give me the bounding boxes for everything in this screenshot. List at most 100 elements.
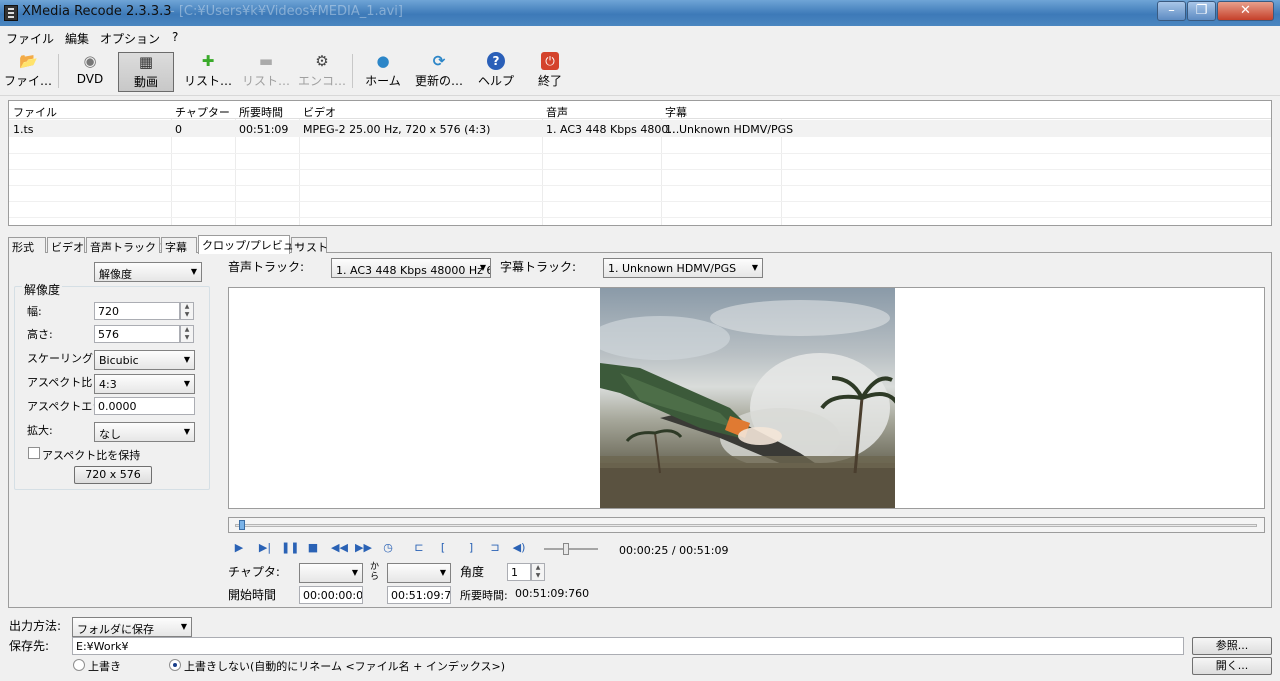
keep-aspect-checkbox[interactable] — [28, 447, 40, 459]
title-bar: XMedia Recode 2.3.3.3 - [C:¥Users¥k¥Vide… — [0, 0, 1280, 26]
chapter-start-select[interactable] — [299, 563, 363, 583]
start-time-input[interactable]: 00:00:00:000 — [299, 586, 363, 604]
tab-crop-preview[interactable]: クロップ/プレビュー — [198, 235, 305, 254]
open-folder-button[interactable]: 開く... — [1192, 657, 1272, 675]
cell-subtitle: 1. Unknown HDMV/PGS — [665, 123, 794, 136]
col-audio[interactable]: 音声 — [546, 104, 568, 120]
maximize-button[interactable]: ❐ — [1187, 1, 1216, 21]
seek-track — [235, 524, 1257, 527]
volume-track — [544, 548, 598, 550]
chapter-end-select[interactable] — [387, 563, 451, 583]
mode-select[interactable]: 解像度 — [94, 262, 202, 282]
height-spinner[interactable]: ▲ ▼ — [180, 325, 194, 343]
cell-chapter: 0 — [175, 123, 182, 136]
no-overwrite-radio[interactable] — [169, 659, 181, 671]
help-button[interactable]: ? ヘルプ — [474, 52, 518, 92]
angle-label: 角度 — [460, 565, 485, 579]
set-end-icon[interactable]: ⊐ — [487, 540, 503, 556]
check-updates-button[interactable]: ⟳ 更新の… — [412, 52, 466, 92]
encode-button[interactable]: ⚙ エンコ… — [294, 52, 350, 92]
open-file-button[interactable]: 📂 ファイ… — [2, 52, 54, 92]
minus-icon: ▬ — [258, 52, 274, 70]
browse-button[interactable]: 参照... — [1192, 637, 1272, 655]
size-button[interactable]: 720 x 576 — [74, 466, 152, 484]
destination-input[interactable]: E:¥Work¥ — [72, 637, 1184, 655]
tab-audio-track[interactable]: 音声トラック 1 — [86, 237, 167, 254]
add-to-list-button[interactable]: ✚ リスト… — [180, 52, 236, 92]
close-button[interactable]: ✕ — [1217, 1, 1274, 21]
zoom-select[interactable]: なし — [94, 422, 195, 442]
col-chapter[interactable]: チャプター — [175, 104, 230, 120]
stop-icon[interactable]: ■ — [305, 540, 321, 556]
refresh-icon: ⟳ — [432, 52, 446, 70]
folder-open-icon: 📂 — [19, 52, 38, 70]
set-start-icon[interactable]: ⊏ — [411, 540, 427, 556]
audio-track-select[interactable]: 1. AC3 448 Kbps 48000 Hz 6 チ — [331, 258, 491, 278]
play-icon[interactable]: ▶ — [231, 540, 247, 556]
fast-forward-icon[interactable]: ▶▶ — [355, 540, 372, 556]
power-icon: ⏻ — [541, 52, 559, 70]
dvd-button[interactable]: ◉ DVD — [66, 52, 114, 92]
angle-input[interactable]: 1 — [507, 563, 531, 581]
window-title: XMedia Recode 2.3.3.3 — [22, 4, 172, 19]
remove-from-list-button[interactable]: ▬ リスト… — [238, 52, 294, 92]
window-title-path: - [C:¥Users¥k¥Videos¥MEDIA_1.avi] — [170, 4, 403, 19]
width-label: 幅: — [27, 305, 42, 318]
menu-bar: ファイル 編集 オプション ? — [0, 26, 1280, 48]
tab-video[interactable]: ビデオ — [47, 237, 85, 254]
volume-slider[interactable] — [563, 543, 569, 555]
minimize-button[interactable]: – — [1157, 1, 1186, 21]
mark-in-icon[interactable]: [ — [435, 540, 451, 556]
tab-subtitle[interactable]: 字幕 — [161, 237, 197, 254]
pause-icon[interactable]: ❚❚ — [281, 540, 299, 556]
col-file[interactable]: ファイル — [13, 104, 57, 120]
cell-audio: 1. AC3 448 Kbps 4800… — [546, 123, 680, 136]
clock-icon[interactable]: ◷ — [380, 540, 396, 556]
rewind-icon[interactable]: ◀◀ — [331, 540, 348, 556]
tab-format[interactable]: 形式 — [8, 237, 46, 254]
video-frame-image — [600, 300, 895, 508]
menu-help[interactable]: ? — [172, 30, 178, 44]
subtitle-track-select[interactable]: 1. Unknown HDMV/PGS — [603, 258, 763, 278]
step-forward-icon[interactable]: ▶| — [257, 540, 273, 556]
menu-options[interactable]: オプション — [100, 30, 160, 47]
dvd-icon: ◉ — [83, 52, 97, 70]
aspect-error-label: アスペクトエラ — [27, 400, 104, 413]
scaling-mode-select[interactable]: Bicubic — [94, 350, 195, 370]
table-row[interactable]: 1.ts 0 00:51:09 MPEG-2 25.00 Hz, 720 x 5… — [9, 120, 1271, 137]
file-list[interactable]: ファイル チャプター 所要時間 ビデオ 音声 字幕 1.ts 0 00:51:0… — [8, 100, 1272, 226]
app-film-icon — [4, 5, 18, 21]
scaling-mode-label: スケーリングモ — [27, 352, 104, 365]
subtitle-track-label: 字幕トラック: — [500, 260, 577, 274]
height-input[interactable]: 576 — [94, 325, 180, 343]
menu-file[interactable]: ファイル — [6, 30, 54, 47]
angle-spinner[interactable]: ▲ ▼ — [531, 563, 545, 581]
width-input[interactable]: 720 — [94, 302, 180, 320]
cell-duration: 00:51:09 — [239, 123, 289, 136]
video-button[interactable]: ▦ 動画 — [118, 52, 174, 92]
toolbar: 📂 ファイ… ◉ DVD ▦ 動画 ✚ リスト… ▬ リスト… ⚙ エンコ… ●… — [0, 48, 1280, 96]
output-method-select[interactable]: フォルダに保存 — [72, 617, 192, 637]
aspect-error-input[interactable]: 0.0000 — [94, 397, 195, 415]
seek-bar[interactable] — [228, 517, 1265, 533]
destination-label: 保存先: — [9, 639, 50, 653]
mark-out-icon[interactable]: ] — [463, 540, 479, 556]
end-time-input[interactable]: 00:51:09:760 — [387, 586, 451, 604]
no-overwrite-label: 上書きしない(自動的にリネーム <ファイル名 + インデックス>) — [184, 660, 506, 673]
home-button[interactable]: ● ホーム — [360, 52, 406, 92]
height-label: 高さ: — [27, 328, 53, 341]
output-method-label: 出力方法: — [9, 619, 62, 633]
zoom-label: 拡大: — [27, 424, 53, 437]
seek-thumb[interactable] — [239, 520, 245, 530]
overwrite-radio[interactable] — [73, 659, 85, 671]
exit-button[interactable]: ⏻ 終了 — [530, 52, 570, 92]
aspect-ratio-select[interactable]: 4:3 — [94, 374, 195, 394]
aspect-ratio-label: アスペクト比 — [27, 376, 93, 389]
menu-edit[interactable]: 編集 — [65, 30, 89, 47]
resolution-group-title: 解像度 — [22, 281, 63, 298]
col-video[interactable]: ビデオ — [303, 104, 336, 120]
volume-icon[interactable]: ◀) — [511, 540, 527, 556]
width-spinner[interactable]: ▲ ▼ — [180, 302, 194, 320]
col-subtitle[interactable]: 字幕 — [665, 104, 687, 120]
col-duration[interactable]: 所要時間 — [239, 104, 283, 120]
